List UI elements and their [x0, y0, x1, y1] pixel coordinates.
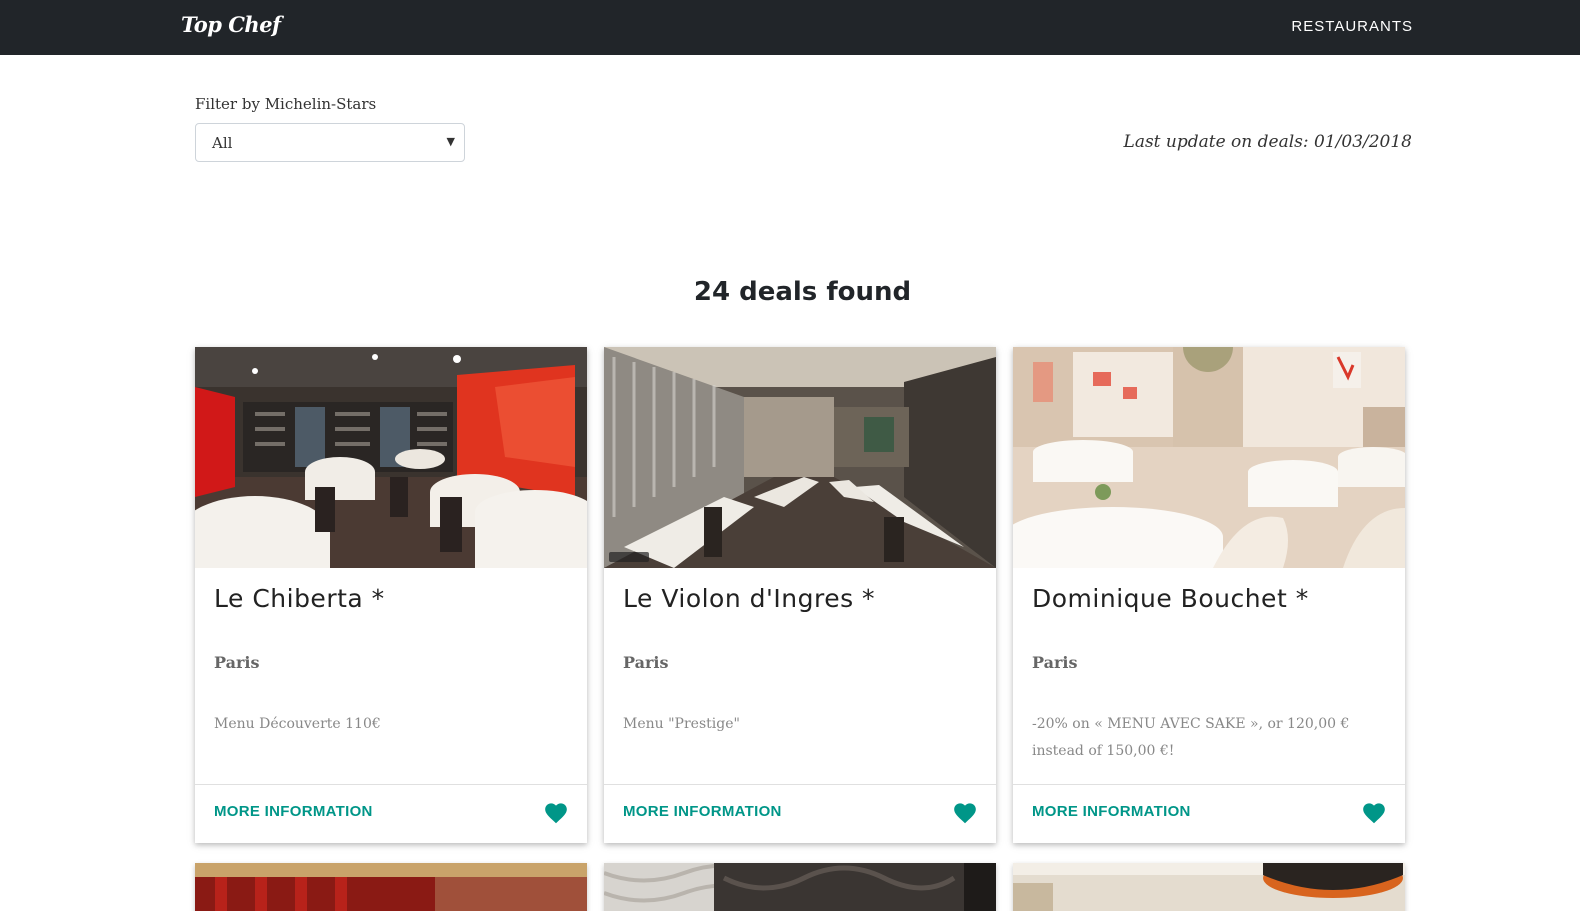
- heart-icon[interactable]: [1361, 800, 1387, 824]
- restaurant-deal: -20% on « MENU AVEC SAKE », or 120,00 € …: [1032, 716, 1350, 759]
- restaurant-deal: Menu "Prestige": [623, 716, 740, 732]
- restaurant-photo-illustration: [604, 863, 996, 911]
- restaurant-photo-illustration: [1013, 347, 1405, 568]
- last-update-text: Last update on deals: 01/03/2018: [1123, 132, 1412, 152]
- restaurant-card-partial[interactable]: [604, 863, 996, 911]
- heart-icon[interactable]: [543, 800, 569, 824]
- restaurant-photo: [195, 347, 587, 568]
- restaurant-photo: [1013, 347, 1405, 568]
- restaurant-city: Paris: [623, 653, 669, 672]
- restaurant-name: Le Violon d'Ingres *: [623, 584, 876, 613]
- restaurant-city: Paris: [1032, 653, 1078, 672]
- restaurant-card-partial[interactable]: [1013, 863, 1405, 911]
- filter-label: Filter by Michelin-Stars: [195, 95, 377, 113]
- restaurant-city: Paris: [214, 653, 260, 672]
- restaurant-photo-illustration: [195, 347, 587, 568]
- restaurant-card: Le Violon d'Ingres * Paris Menu "Prestig…: [604, 347, 996, 843]
- card-divider: [604, 784, 996, 785]
- restaurant-deal: Menu Découverte 110€: [214, 716, 381, 732]
- restaurant-name: Dominique Bouchet *: [1032, 584, 1309, 613]
- navbar: Top Chef RESTAURANTS: [0, 0, 1580, 55]
- restaurant-photo-illustration: [1013, 863, 1405, 911]
- nav-link-restaurants[interactable]: RESTAURANTS: [1291, 18, 1413, 35]
- restaurant-photo-illustration: [195, 863, 587, 911]
- restaurant-card: Dominique Bouchet * Paris -20% on « MENU…: [1013, 347, 1405, 843]
- more-information-link[interactable]: MORE INFORMATION: [214, 803, 373, 820]
- restaurant-photo: [604, 347, 996, 568]
- restaurant-card: Le Chiberta * Paris Menu Découverte 110€…: [195, 347, 587, 843]
- restaurant-photo-illustration: [604, 347, 996, 568]
- select-value: All: [212, 134, 233, 152]
- brand-logo[interactable]: Top Chef: [181, 12, 281, 37]
- heart-icon[interactable]: [952, 800, 978, 824]
- restaurant-name: Le Chiberta *: [214, 584, 385, 613]
- more-information-link[interactable]: MORE INFORMATION: [623, 803, 782, 820]
- caret-down-icon: ▼: [446, 135, 455, 148]
- card-divider: [1013, 784, 1405, 785]
- more-information-link[interactable]: MORE INFORMATION: [1032, 803, 1191, 820]
- michelin-stars-select[interactable]: All ▼: [195, 123, 465, 162]
- restaurant-card-partial[interactable]: [195, 863, 587, 911]
- deals-count-heading: 24 deals found: [693, 277, 912, 307]
- card-divider: [195, 784, 587, 785]
